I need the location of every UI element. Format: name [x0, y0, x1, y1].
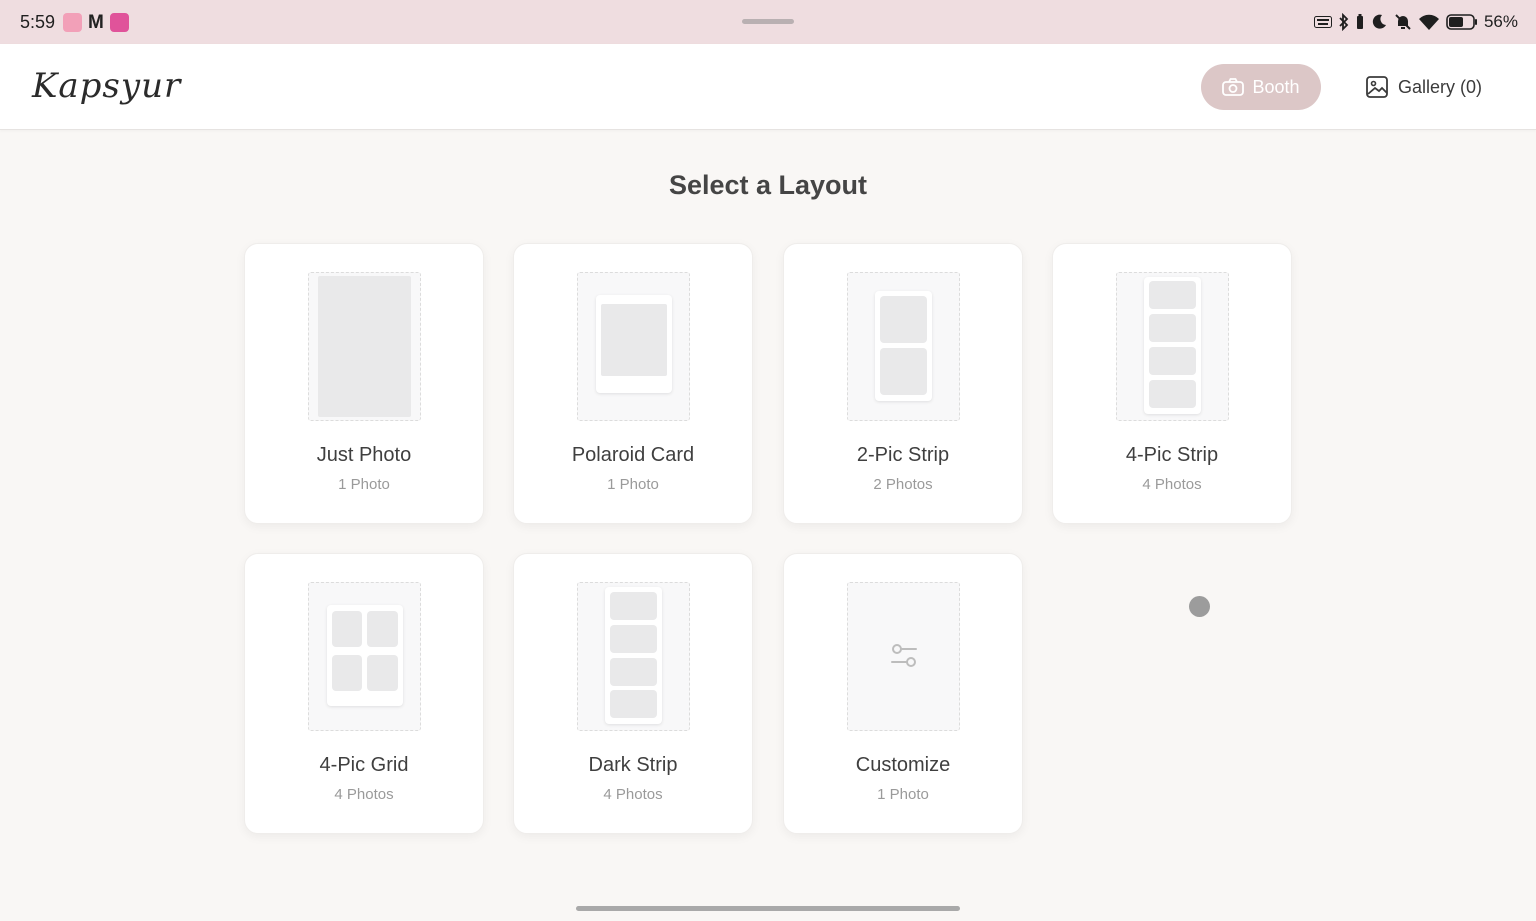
photo-placeholder: [601, 304, 667, 376]
status-right: 56%: [1313, 12, 1518, 32]
gmail-notification-icon: M: [88, 11, 104, 33]
layout-card-4-pic-strip[interactable]: 4-Pic Strip 4 Photos: [1052, 243, 1292, 524]
photo-placeholder: [1149, 380, 1196, 408]
photo-placeholder: [318, 276, 411, 417]
status-left: 5:59 M: [20, 12, 129, 33]
moon-icon: [1372, 14, 1386, 29]
layout-preview: [308, 272, 421, 421]
layout-name: 2-Pic Strip: [856, 444, 950, 466]
layout-preview: [577, 582, 690, 731]
brand-logo[interactable]: Kapsyur: [32, 66, 181, 106]
photo-placeholder: [332, 655, 362, 691]
grid-frame: [327, 605, 403, 706]
booth-label: Booth: [1252, 76, 1300, 97]
wifi-icon: [1418, 14, 1439, 30]
photo-placeholder: [610, 592, 657, 620]
photo-placeholder: [610, 625, 657, 653]
photo-placeholder: [332, 611, 362, 647]
layout-card-2-pic-strip[interactable]: 2-Pic Strip 2 Photos: [783, 243, 1023, 524]
layout-photo-count: 4 Photos: [603, 786, 663, 803]
touch-indicator: [1189, 596, 1210, 617]
photo-placeholder: [367, 611, 398, 647]
camera-icon: [1222, 78, 1245, 96]
layout-preview: [1116, 272, 1229, 421]
photo-placeholder: [1149, 281, 1196, 309]
layout-photo-count: 1 Photo: [607, 476, 659, 493]
layout-card-dark-strip[interactable]: Dark Strip 4 Photos: [513, 553, 753, 834]
photo-placeholder: [1149, 314, 1196, 342]
bell-off-icon: [1395, 14, 1411, 30]
layout-preview: [308, 582, 421, 731]
layout-card-just-photo[interactable]: Just Photo 1 Photo: [244, 243, 484, 524]
layout-preview: [847, 582, 960, 731]
photo-placeholder: [610, 658, 657, 686]
booth-button[interactable]: Booth: [1201, 64, 1321, 110]
photo-placeholder: [367, 655, 398, 691]
battery-small-icon: [1356, 14, 1363, 29]
layout-name: Dark Strip: [588, 754, 678, 776]
drag-handle[interactable]: [742, 19, 794, 24]
layout-name: 4-Pic Strip: [1125, 444, 1219, 466]
layout-photo-count: 2 Photos: [873, 476, 933, 493]
app-notification-icon: [63, 12, 83, 32]
layout-name: 4-Pic Grid: [319, 754, 409, 776]
layout-name: Polaroid Card: [571, 444, 695, 466]
bluetooth-icon: [1339, 13, 1349, 31]
layout-photo-count: 4 Photos: [1142, 476, 1202, 493]
photo-placeholder: [1149, 347, 1196, 375]
keyboard-icon: [1313, 16, 1332, 28]
photo-placeholder: [880, 348, 927, 395]
gesture-nav-bar[interactable]: [576, 906, 960, 911]
layout-card-polaroid[interactable]: Polaroid Card 1 Photo: [513, 243, 753, 524]
photo-placeholder: [880, 296, 927, 343]
battery-percent: 56%: [1483, 12, 1518, 31]
app-header: Kapsyur Booth Gallery (0): [0, 44, 1536, 130]
battery-icon: [1446, 14, 1477, 30]
layout-preview: [847, 272, 960, 421]
sliders-icon: [891, 644, 917, 667]
layout-name: Customize: [855, 754, 951, 776]
polaroid-frame: [596, 295, 672, 393]
status-time: 5:59: [20, 11, 56, 32]
image-icon: [1366, 76, 1388, 98]
layout-photo-count: 1 Photo: [877, 786, 929, 803]
gallery-button[interactable]: Gallery (0): [1366, 64, 1482, 110]
layout-card-4-pic-grid[interactable]: 4-Pic Grid 4 Photos: [244, 553, 484, 834]
layout-name: Just Photo: [316, 444, 412, 466]
heart-app-notification-icon: [109, 12, 129, 32]
strip-frame: [605, 587, 662, 724]
layout-preview: [577, 272, 690, 421]
strip-frame: [875, 291, 932, 401]
status-bar: 5:59 M 56%: [0, 0, 1536, 44]
layout-photo-count: 1 Photo: [338, 476, 390, 493]
page-title: Select a Layout: [668, 170, 868, 200]
strip-frame: [1144, 277, 1201, 414]
gallery-label: Gallery (0): [1398, 76, 1483, 97]
layout-card-customize[interactable]: Customize 1 Photo: [783, 553, 1023, 834]
photo-placeholder: [610, 690, 657, 718]
layout-photo-count: 4 Photos: [334, 786, 394, 803]
